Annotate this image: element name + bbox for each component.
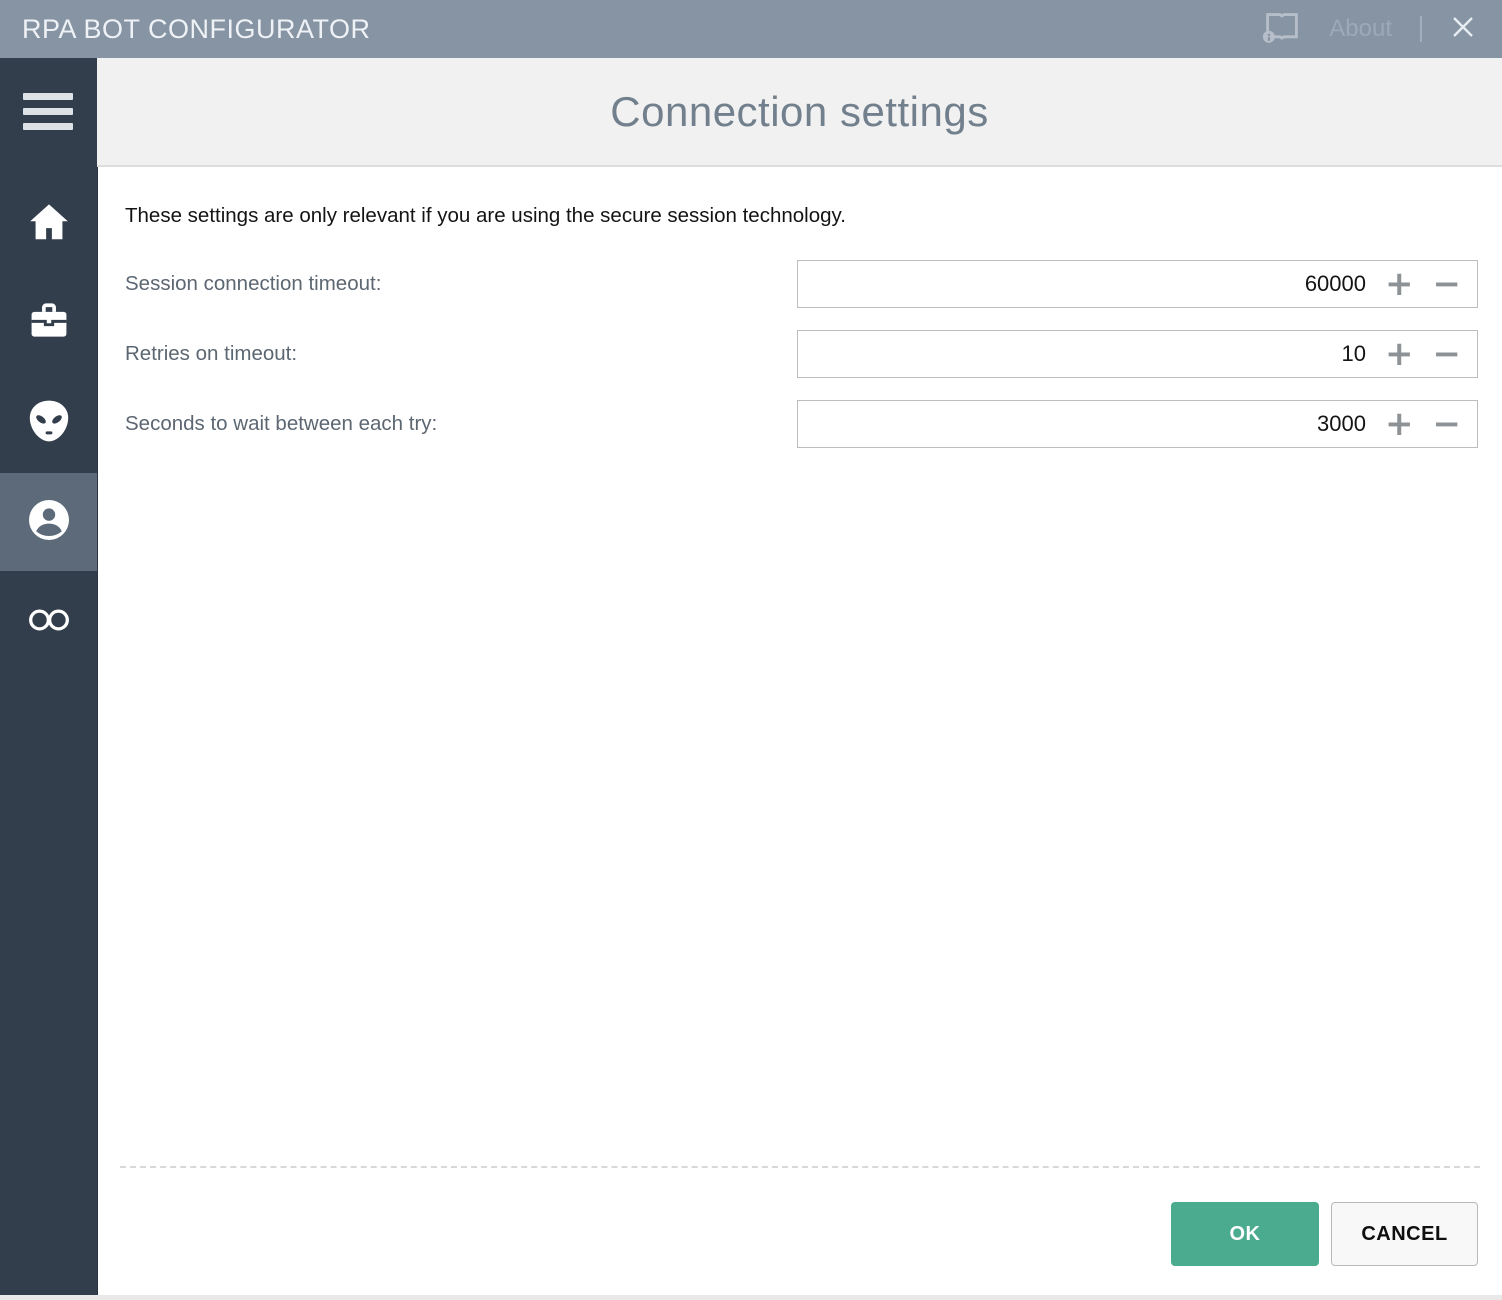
menu-icon [23, 123, 73, 130]
session-timeout-field: + − [797, 260, 1478, 308]
increment-button[interactable]: + [1385, 337, 1414, 371]
wait-seconds-label: Seconds to wait between each try: [125, 400, 685, 448]
settings-description: These settings are only relevant if you … [125, 204, 846, 228]
menu-icon [23, 93, 73, 100]
menu-icon [23, 108, 73, 115]
titlebar-controls: About [1261, 0, 1502, 58]
help-book-button[interactable] [1261, 10, 1303, 49]
retries-label: Retries on timeout: [125, 330, 685, 378]
infinity-icon [25, 606, 73, 639]
titlebar-divider [1420, 16, 1422, 42]
sidebar-item-jobs[interactable] [0, 274, 97, 372]
menu-toggle-button[interactable] [23, 93, 73, 130]
about-button[interactable]: About [1329, 15, 1392, 43]
sidebar-item-home[interactable] [0, 175, 97, 273]
retries-field: + − [797, 330, 1478, 378]
sidebar-item-loop[interactable] [0, 573, 97, 671]
wait-seconds-field: + − [797, 400, 1478, 448]
close-icon [1450, 14, 1476, 45]
increment-button[interactable]: + [1385, 407, 1414, 441]
sidebar-item-bots[interactable] [0, 374, 97, 472]
cancel-button[interactable]: CANCEL [1331, 1202, 1478, 1266]
sidebar-item-account[interactable] [0, 473, 97, 571]
home-icon [26, 199, 72, 250]
footer-divider [120, 1166, 1480, 1168]
sidebar-nav [0, 58, 98, 1295]
decrement-button[interactable]: − [1433, 267, 1462, 301]
alien-icon [25, 397, 73, 450]
window-bottom-border [0, 1295, 1502, 1300]
increment-button[interactable]: + [1385, 267, 1414, 301]
titlebar: RPA BOT CONFIGURATOR About [0, 0, 1502, 58]
page-title: Connection settings [610, 88, 988, 136]
app-title: RPA BOT CONFIGURATOR [0, 14, 371, 45]
close-button[interactable] [1450, 14, 1476, 45]
briefcase-icon [27, 299, 71, 348]
wait-seconds-input[interactable] [808, 411, 1366, 437]
session-timeout-input[interactable] [808, 271, 1366, 297]
app-window: RPA BOT CONFIGURATOR About [0, 0, 1502, 1300]
retries-input[interactable] [808, 341, 1366, 367]
ok-button[interactable]: OK [1171, 1202, 1319, 1266]
person-icon [25, 496, 73, 549]
decrement-button[interactable]: − [1433, 407, 1462, 441]
page-header: Connection settings [97, 58, 1502, 167]
session-timeout-label: Session connection timeout: [125, 260, 685, 308]
decrement-button[interactable]: − [1433, 337, 1462, 371]
book-info-icon [1261, 10, 1303, 49]
